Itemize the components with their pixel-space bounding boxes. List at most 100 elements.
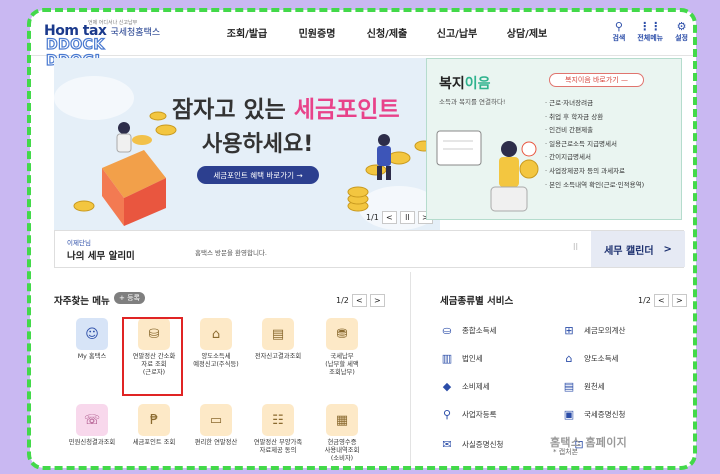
settings-button[interactable]: ⚙ 설정 — [675, 20, 688, 43]
banner-pager: 1/1 < ll > — [366, 211, 433, 224]
user-greeting: 이제단님 — [67, 239, 91, 247]
tax-point-banner[interactable]: 잠자고 있는 세금포인트 사용하세요! 세금포인트 혜택 바로가기 → 1/1 … — [54, 58, 440, 230]
service-business-registration[interactable]: ⚲ 사업자등록 — [440, 407, 497, 421]
section-divider — [410, 272, 411, 468]
welcome-message: 홈택스 방문을 환영합니다. — [195, 249, 267, 257]
service-consumption-tax[interactable]: ◆ 소비제세 — [440, 379, 490, 393]
logo-subtitle: 국세청홈택스 — [110, 28, 161, 38]
frequent-menu-pager: 1/2 < > — [336, 294, 385, 307]
headset-icon: ☏ — [76, 404, 108, 436]
notice-pause-button[interactable]: ll — [573, 243, 578, 253]
menu-item-label: 국세납부 (납부할 세액 조회납부) — [325, 353, 359, 376]
frequent-prev-button[interactable]: < — [351, 294, 367, 307]
banner-page-indicator: 1/1 — [366, 213, 379, 222]
welfare-illustration — [436, 130, 539, 212]
service-tax-simulation[interactable]: ⊞ 세금모의계산 — [562, 323, 625, 337]
service-corporate-tax[interactable]: ▥ 법인세 — [440, 351, 483, 365]
frequent-menu-title: 자주찾는 메뉴 — [54, 296, 110, 307]
nav-item-inquiry[interactable]: 조회/발급 — [212, 25, 282, 40]
grid-menu-icon: ⋮⋮ — [639, 20, 662, 33]
coin-stack-icon: ⛃ — [326, 318, 358, 350]
banner-prev-button[interactable]: < — [381, 211, 397, 224]
menu-item-easy-year-end[interactable]: ▭ 편리한 연말정산 — [184, 404, 248, 447]
chevron-right-icon: > — [663, 243, 672, 255]
welfare-service-list: 근로·자녀장려금 취업 후 학자금 상환 인건비 간편제출 일용근로소득 지급명… — [545, 97, 644, 192]
menu-item-transfer-income-tax[interactable]: ⌂ 양도소득세 예정신고(주식등) — [184, 318, 248, 369]
tax-service-title: 세금종류별 서비스 — [440, 296, 514, 307]
point-card-icon: ₱ — [138, 404, 170, 436]
all-menu-button[interactable]: ⋮⋮ 전체메뉴 — [637, 20, 663, 43]
service-label: 사업자등록 — [462, 409, 497, 419]
menu-item-national-tax-payment[interactable]: ⛃ 국세납부 (납부할 세액 조회납부) — [310, 318, 374, 377]
list-item[interactable]: 취업 후 학자금 상환 — [545, 111, 644, 125]
nav-item-certificate[interactable]: 민원증명 — [282, 25, 352, 40]
menu-item-label: 연말정산 부양가족 자료제공 동의 — [253, 439, 303, 454]
list-item[interactable]: 사업장제공자 등의 과세자료 — [545, 165, 644, 179]
welfare-title-prefix: 복지 — [439, 76, 465, 92]
menu-item-tax-point[interactable]: ₱ 세금포인트 조회 — [122, 404, 186, 447]
banner-pause-button[interactable]: ll — [399, 211, 415, 224]
laptop-coin-icon: ▭ — [200, 404, 232, 436]
gear-icon: ⚙ — [676, 20, 687, 33]
family-doc-icon: ☷ — [262, 404, 294, 436]
menu-item-label: 편리한 연말정산 — [194, 439, 238, 446]
welfare-banner: 복지이음 소득과 복지를 연결하다! 복지이음 바로가기 — 근로·자녀장려금 … — [426, 58, 682, 220]
tax-calendar-button[interactable]: 세무 캘린더 > — [591, 231, 685, 267]
tax-point-benefit-button[interactable]: 세금포인트 혜택 바로가기 → — [197, 166, 319, 184]
building-icon: ▥ — [441, 351, 453, 365]
welfare-title: 복지이음 — [439, 73, 491, 93]
list-item[interactable]: 일용근로소득 지급명세서 — [545, 138, 644, 152]
tax-service-next-button[interactable]: > — [671, 294, 687, 307]
tax-service-prev-button[interactable]: < — [653, 294, 669, 307]
site-watermark: 홈택스 홈페이지 — [550, 436, 628, 449]
house-coin-icon: ⌂ — [200, 318, 232, 350]
coin-hand-icon: ⛀ — [442, 323, 452, 337]
add-menu-button[interactable]: + 등록 — [114, 292, 145, 304]
service-label: 세금모의계산 — [584, 325, 626, 335]
all-menu-label: 전체메뉴 — [637, 34, 664, 42]
doc-check-icon: ✉ — [442, 437, 452, 451]
menu-item-cash-receipt[interactable]: ▦ 현금영수증 사용내역조회 (소비자) — [310, 404, 374, 463]
service-fact-certificate[interactable]: ✉ 사실증명신청 — [440, 437, 503, 451]
nav-item-filing[interactable]: 신고/납부 — [422, 25, 492, 40]
search-button[interactable]: ⚲ 검색 — [612, 20, 625, 43]
menu-item-my-hometax[interactable]: ☺ My 홈택스 — [60, 318, 124, 361]
person-icon: ☺ — [76, 318, 108, 350]
service-label: 소비제세 — [462, 381, 490, 391]
service-label: 종합소득세 — [462, 325, 497, 335]
receipt-icon: ▦ — [326, 404, 358, 436]
frequent-page-indicator: 1/2 — [336, 296, 349, 305]
nav-item-consult[interactable]: 상담/제보 — [492, 25, 562, 40]
tax-notifier-bar: 이제단님 나의 세무 알리미 홈택스 방문을 환영합니다. ll 세무 캘린더 … — [54, 230, 685, 268]
welfare-shortcut-button[interactable]: 복지이음 바로가기 — — [549, 73, 644, 87]
banner-title-prefix: 잠자고 있는 — [172, 97, 294, 123]
app-window: Hom tax국세청홈택스 언제 어디서나 신고납부 DDOCK DDOGI 조… — [30, 10, 696, 468]
list-item[interactable]: 인건비 간편제출 — [545, 124, 644, 138]
banner-title-line2: 사용하세요! — [202, 132, 314, 157]
menu-item-label: 민원신청결과조회 — [68, 439, 116, 446]
nav-item-application[interactable]: 신청/제출 — [352, 25, 422, 40]
overlay-text-line-1: DDOCK — [45, 36, 105, 53]
list-item[interactable]: 본인 소득내역 확인(근로·인적용역) — [545, 179, 644, 193]
service-global-income-tax[interactable]: ⛀ 종합소득세 — [440, 323, 497, 337]
menu-item-dependent-consent[interactable]: ☷ 연말정산 부양가족 자료제공 동의 — [246, 404, 310, 455]
menu-item-label: 현금영수증 사용내역조회 (소비자) — [324, 439, 360, 462]
list-item[interactable]: 근로·자녀장려금 — [545, 97, 644, 111]
gift-box-icon — [102, 135, 166, 226]
frequent-next-button[interactable]: > — [369, 294, 385, 307]
notifier-title: 나의 세무 알리미 — [67, 251, 135, 262]
service-withholding-tax[interactable]: ▤ 원천세 — [562, 379, 605, 393]
house-icon: ⌂ — [565, 351, 573, 365]
list-item[interactable]: 간이지급명세서 — [545, 151, 644, 165]
service-tax-certificate[interactable]: ▣ 국세증명신청 — [562, 407, 626, 421]
diamond-icon: ◆ — [442, 379, 452, 393]
menu-item-label: 세금포인트 조회 — [132, 439, 176, 446]
menu-item-civil-application-result[interactable]: ☏ 민원신청결과조회 — [60, 404, 124, 447]
tax-calendar-label: 세무 캘린더 — [604, 245, 654, 257]
service-transfer-income-tax[interactable]: ⌂ 양도소득세 — [562, 351, 619, 365]
logo-tagline: 언제 어디서나 신고납부 — [88, 20, 138, 26]
menu-item-label: 전자신고결과조회 — [254, 353, 302, 360]
tax-service-page-indicator: 1/2 — [638, 296, 651, 305]
menu-item-e-filing-result[interactable]: ▤ 전자신고결과조회 — [246, 318, 310, 361]
menu-item-label: 양도소득세 예정신고(주식등) — [193, 353, 239, 368]
